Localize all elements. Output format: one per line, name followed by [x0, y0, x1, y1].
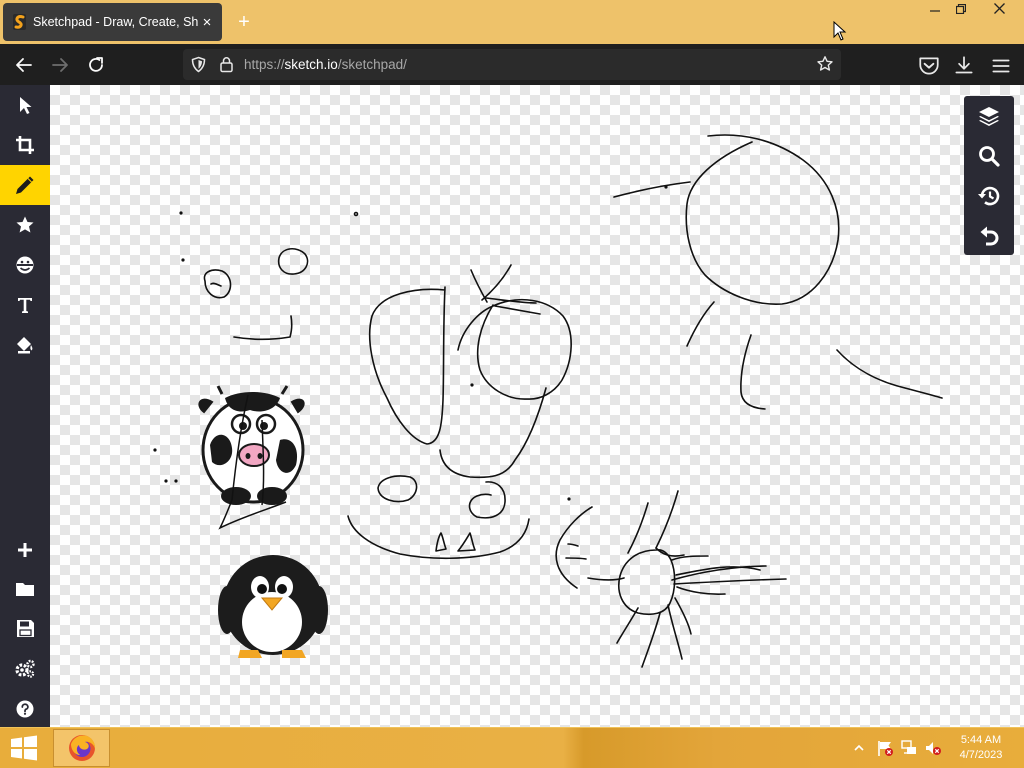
layers-icon	[979, 107, 999, 126]
mouse-cursor-icon	[833, 21, 847, 41]
text-icon	[18, 298, 32, 313]
pointer-icon	[20, 97, 32, 114]
browser-nav-bar: https://sketch.io/sketchpad/	[0, 44, 1024, 85]
tab-close-icon[interactable]: ×	[200, 14, 214, 31]
tool-sidebar	[0, 85, 50, 727]
download-icon[interactable]	[952, 54, 976, 78]
hamburger-menu-icon[interactable]	[989, 54, 1013, 78]
star-icon	[16, 216, 34, 233]
undo-button[interactable]	[964, 216, 1014, 256]
url-text: https://sketch.io/sketchpad/	[244, 57, 407, 72]
fill-tool-button[interactable]	[0, 325, 50, 365]
zoom-button[interactable]	[964, 136, 1014, 176]
forward-button[interactable]	[48, 53, 72, 77]
new-canvas-button[interactable]	[0, 530, 50, 570]
sticker-tool-button[interactable]	[0, 245, 50, 285]
minimize-icon	[930, 10, 940, 12]
sketchpad-favicon-icon	[13, 14, 26, 30]
lock-icon[interactable]	[219, 56, 234, 73]
new-tab-button[interactable]: +	[233, 11, 255, 33]
url-scheme: https://	[244, 57, 285, 72]
taskbar-clock[interactable]: 5:44 AM 4/7/2023	[952, 733, 1010, 763]
browser-tab-sketchpad[interactable]: Sketchpad - Draw, Create, Share! ×	[3, 3, 222, 41]
cow-sticker	[198, 385, 305, 530]
sketch-head-right	[613, 134, 943, 410]
close-icon	[993, 3, 1005, 14]
right-tool-panel	[964, 96, 1014, 255]
sticker-icon	[16, 256, 34, 274]
windows-logo-icon[interactable]	[10, 735, 38, 761]
open-button[interactable]	[0, 569, 50, 609]
crop-icon	[16, 136, 34, 154]
undo-icon	[980, 226, 999, 246]
browser-tab-bar: Sketchpad - Draw, Create, Share! × +	[0, 0, 1024, 44]
save-button[interactable]	[0, 608, 50, 648]
pencil-tool-button[interactable]	[0, 165, 50, 205]
clock-time: 5:44 AM	[960, 734, 1002, 746]
pencil-icon	[16, 176, 34, 194]
taskbar: 5:44 AM 4/7/2023	[0, 728, 1024, 768]
window-restore-button[interactable]	[946, 0, 976, 22]
reload-button[interactable]	[84, 53, 108, 77]
save-icon	[16, 619, 34, 637]
sketch-spider	[555, 490, 787, 668]
drawing-canvas[interactable]	[50, 85, 1024, 727]
firefox-icon	[68, 735, 95, 761]
action-center-flag-icon[interactable]	[876, 739, 894, 757]
help-button[interactable]	[0, 689, 50, 729]
restore-icon	[955, 3, 967, 15]
tab-title: Sketchpad - Draw, Create, Share!	[33, 15, 198, 29]
gears-icon	[15, 659, 35, 678]
magnifier-icon	[979, 146, 1000, 167]
paint-bucket-icon	[17, 337, 33, 354]
address-bar[interactable]: https://sketch.io/sketchpad/	[183, 49, 841, 80]
crop-tool-button[interactable]	[0, 125, 50, 165]
window-close-button[interactable]	[984, 0, 1014, 22]
help-icon	[16, 700, 34, 718]
url-host: sketch.io	[284, 57, 338, 72]
history-button[interactable]	[964, 176, 1014, 216]
sketch-face-middle	[347, 264, 572, 560]
tray-chevron-icon[interactable]	[852, 741, 866, 755]
bookmark-star-icon[interactable]	[816, 55, 834, 73]
tracking-shield-icon[interactable]	[190, 56, 207, 73]
stamp-tool-button[interactable]	[0, 205, 50, 245]
canvas-strokes	[153, 134, 943, 668]
sketch-face-left	[179, 211, 359, 341]
clock-date: 4/7/2023	[959, 749, 1003, 761]
url-path: /sketchpad/	[337, 57, 407, 72]
folder-icon	[16, 583, 34, 596]
screen: Sketchpad - Draw, Create, Share! × +	[0, 0, 1024, 768]
pocket-icon[interactable]	[917, 54, 941, 78]
back-button[interactable]	[12, 53, 36, 77]
history-icon	[978, 186, 1000, 206]
penguin-sticker	[218, 555, 328, 658]
system-tray	[850, 728, 942, 768]
volume-muted-icon[interactable]	[924, 739, 942, 757]
firefox-taskbar-button[interactable]	[53, 729, 110, 767]
select-tool-button[interactable]	[0, 85, 50, 125]
text-tool-button[interactable]	[0, 285, 50, 325]
layers-button[interactable]	[964, 96, 1014, 136]
plus-icon	[18, 543, 32, 557]
settings-button[interactable]	[0, 649, 50, 689]
network-icon[interactable]	[900, 739, 918, 757]
